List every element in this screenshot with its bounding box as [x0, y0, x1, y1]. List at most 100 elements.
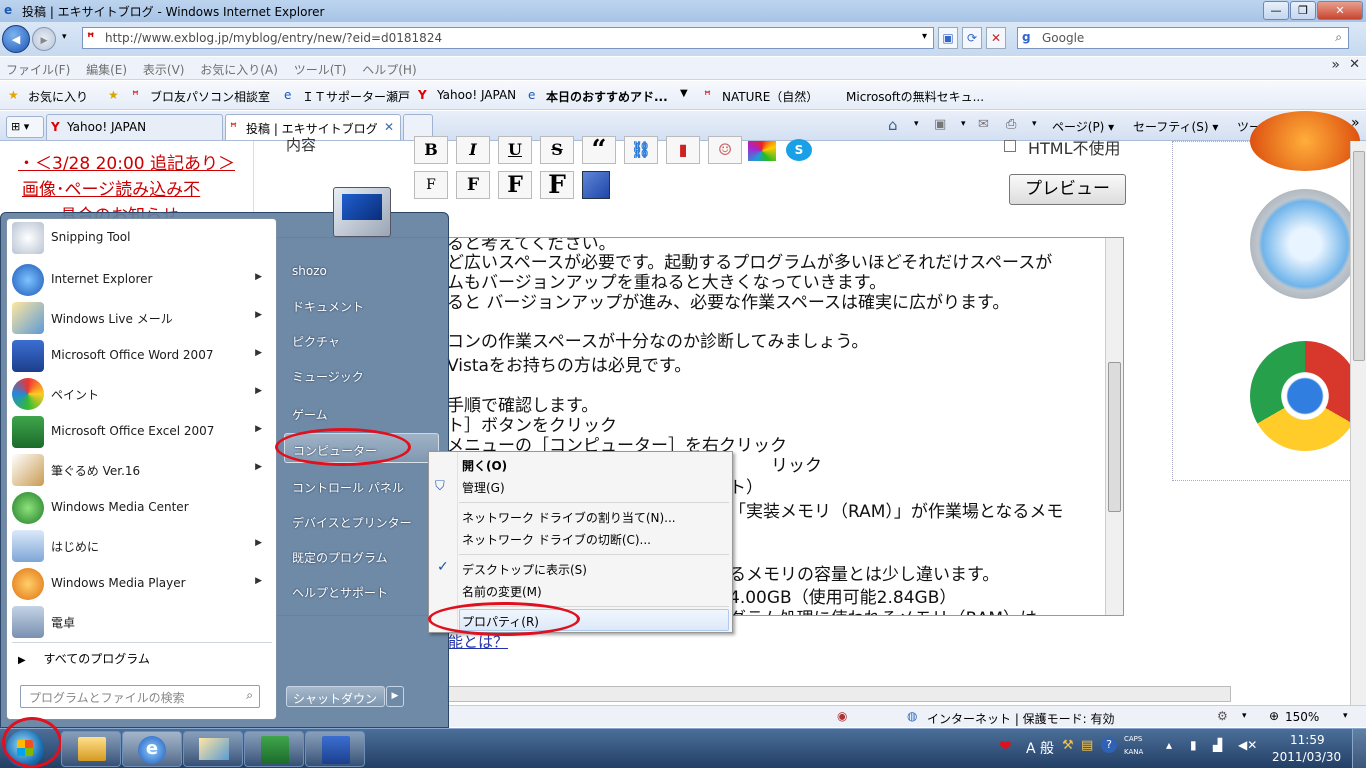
start-item-help-support[interactable]: ヘルプとサポート — [284, 576, 439, 606]
search-box[interactable]: g Google ⌕ — [1017, 27, 1349, 49]
page-horizontal-scrollbar[interactable] — [447, 686, 1231, 702]
search-icon[interactable]: ⌕ — [1335, 30, 1342, 45]
menu-view[interactable]: 表示(V) — [143, 61, 185, 78]
start-item-default-programs[interactable]: 既定のプログラム — [284, 541, 439, 571]
fav-item-2[interactable]: ＩＴサポーター瀬戸 — [302, 88, 410, 105]
ctx-disconnect-network-drive[interactable]: ネットワーク ドライブの切断(C)... — [462, 531, 651, 548]
strike-button[interactable]: S — [540, 136, 574, 164]
link-button[interactable]: ⛓ — [624, 136, 658, 164]
start-item-devices-printers[interactable]: デバイスとプリンター — [284, 506, 439, 536]
program-calculator[interactable]: 電卓 — [6, 603, 272, 641]
ctx-map-network-drive[interactable]: ネットワーク ドライブの割り当て(N)... — [462, 509, 676, 526]
ctx-show-on-desktop[interactable]: デスクトップに表示(S) — [462, 561, 587, 578]
ctx-rename[interactable]: 名前の変更(M) — [462, 583, 542, 600]
program-fudegurume[interactable]: 筆ぐるめ Ver.16 ▶ — [6, 451, 272, 489]
shutdown-button[interactable]: シャットダウン — [286, 686, 385, 707]
font-size-xlarge-button[interactable]: F — [540, 171, 574, 199]
restore-button[interactable]: ❐ — [1290, 1, 1316, 20]
font-size-small-button[interactable]: F — [414, 171, 448, 199]
zoom-level[interactable]: 150% — [1285, 710, 1319, 724]
preview-button[interactable]: プレビュー — [1009, 174, 1126, 205]
program-windows-live-mail[interactable]: Windows Live メール ▶ — [6, 299, 272, 337]
taskbar-word[interactable] — [305, 731, 365, 767]
bold-button[interactable]: B — [414, 136, 448, 164]
show-desktop-button[interactable] — [1352, 729, 1366, 768]
protected-mode-icon[interactable]: ⚙ — [1217, 709, 1228, 723]
print-icon[interactable]: ⎙ — [1006, 117, 1016, 132]
chart-insert-icon[interactable] — [582, 171, 610, 199]
stop-icon[interactable]: ✕ — [986, 27, 1006, 49]
safety-menu[interactable]: セーフティ(S) ▾ — [1133, 118, 1218, 135]
ctx-open[interactable]: 開く(O) — [462, 457, 507, 474]
program-excel-2007[interactable]: Microsoft Office Excel 2007 ▶ — [6, 413, 272, 451]
underline-button[interactable]: U — [498, 136, 532, 164]
menu-favorites[interactable]: お気に入り(A) — [200, 61, 278, 78]
home-dropdown-icon[interactable]: ▾ — [914, 119, 919, 129]
all-programs-button[interactable]: ▶ すべてのプログラム — [18, 650, 268, 670]
close-menubar-icon[interactable]: ✕ — [1349, 57, 1360, 72]
start-item-music[interactable]: ミュージック — [284, 360, 439, 390]
address-dropdown-icon[interactable]: ▾ — [922, 31, 927, 42]
clock-date[interactable]: 2011/03/30 — [1272, 750, 1341, 764]
notice-link[interactable]: 画像･ページ読み込み不 — [22, 175, 200, 200]
ime-help-icon[interactable]: ? — [1101, 737, 1117, 753]
tab-yahoo[interactable]: Y Yahoo! JAPAN — [46, 114, 223, 140]
page-vertical-scrollbar[interactable] — [1350, 141, 1366, 706]
notification-heart-icon[interactable]: ❤ — [999, 737, 1012, 755]
taskbar-internet-explorer[interactable]: e — [122, 731, 182, 767]
tab-close-icon[interactable]: ✕ — [384, 120, 394, 134]
back-button[interactable]: ◀ — [2, 25, 30, 53]
taskbar-explorer[interactable] — [61, 731, 121, 767]
program-internet-explorer[interactable]: Internet Explorer ▶ — [6, 261, 272, 299]
start-item-user[interactable]: shozo — [284, 256, 439, 286]
quick-tabs-button[interactable]: ⊞ ▾ — [6, 116, 44, 138]
program-windows-media-center[interactable]: Windows Media Center — [6, 489, 272, 527]
privacy-icon[interactable]: ◉ — [837, 709, 847, 723]
print-dropdown-icon[interactable]: ▾ — [1032, 119, 1037, 129]
start-search-input[interactable]: プログラムとファイルの検索 ⌕ — [20, 685, 260, 708]
feeds-dropdown-icon[interactable]: ▾ — [961, 119, 966, 129]
favorites-button[interactable]: お気に入り — [28, 88, 88, 105]
forward-button[interactable]: ▶ — [32, 27, 56, 51]
program-snipping-tool[interactable]: Snipping Tool — [6, 219, 272, 257]
ctx-manage[interactable]: 管理(G) — [462, 479, 505, 496]
skype-icon[interactable]: S — [786, 139, 812, 161]
program-windows-media-player[interactable]: Windows Media Player ▶ — [6, 565, 272, 603]
font-size-medium-button[interactable]: F — [456, 171, 490, 199]
clock-time[interactable]: 11:59 — [1290, 733, 1325, 747]
home-icon[interactable]: ⌂ — [888, 116, 898, 134]
page-menu[interactable]: ページ(P) ▾ — [1052, 118, 1114, 135]
editor-scrollbar[interactable] — [1105, 238, 1123, 615]
ime-pad-icon[interactable]: ▤ — [1081, 738, 1093, 753]
program-getting-started[interactable]: はじめに ▶ — [6, 527, 272, 565]
fav-item-1[interactable]: ブロ友パソコン相談室 — [150, 88, 270, 105]
shutdown-options-icon[interactable]: ▶ — [386, 686, 404, 707]
feeds-icon[interactable]: ▣ — [934, 117, 946, 132]
font-size-large-button[interactable]: F — [498, 171, 532, 199]
zone-dropdown-icon[interactable]: ▾ — [1242, 711, 1247, 721]
program-paint[interactable]: ペイント ▶ — [6, 375, 272, 413]
notice-link[interactable]: ・＜3/28 20:00 追記あり＞ — [18, 149, 235, 174]
address-bar[interactable]: ꟸ http://www.exblog.jp/myblog/entry/new/… — [82, 27, 934, 49]
start-item-control-panel[interactable]: コントロール パネル — [284, 471, 439, 501]
italic-button[interactable]: I — [456, 136, 490, 164]
add-favorite-icon[interactable]: ★ — [108, 88, 119, 102]
page-scroll-thumb[interactable] — [1353, 151, 1365, 361]
html-checkbox[interactable] — [1004, 140, 1016, 152]
zoom-icon[interactable]: ⊕ — [1269, 709, 1279, 723]
show-hidden-icons[interactable]: ▴ — [1166, 738, 1172, 752]
computer-user-picture[interactable] — [333, 187, 391, 237]
menu-edit[interactable]: 編集(E) — [86, 61, 127, 78]
taskbar-windows-live-mail[interactable] — [183, 731, 243, 767]
ime-indicator[interactable]: A 般 — [1026, 738, 1054, 758]
fav-dropdown-icon[interactable]: ▼ — [680, 88, 688, 99]
start-item-pictures[interactable]: ピクチャ — [284, 325, 439, 355]
fav-item-4[interactable]: 本日のおすすめアド... — [546, 88, 668, 105]
zoom-dropdown-icon[interactable]: ▾ — [1343, 711, 1348, 721]
network-icon[interactable]: ▟ — [1213, 738, 1222, 752]
color-palette-icon[interactable] — [748, 141, 776, 161]
menu-tools[interactable]: ツール(T) — [294, 61, 347, 78]
ime-tools-icon[interactable]: ⚒ — [1062, 738, 1074, 753]
chevron-double-right-icon[interactable]: » — [1331, 57, 1340, 73]
quote-button[interactable]: “ — [582, 136, 616, 164]
